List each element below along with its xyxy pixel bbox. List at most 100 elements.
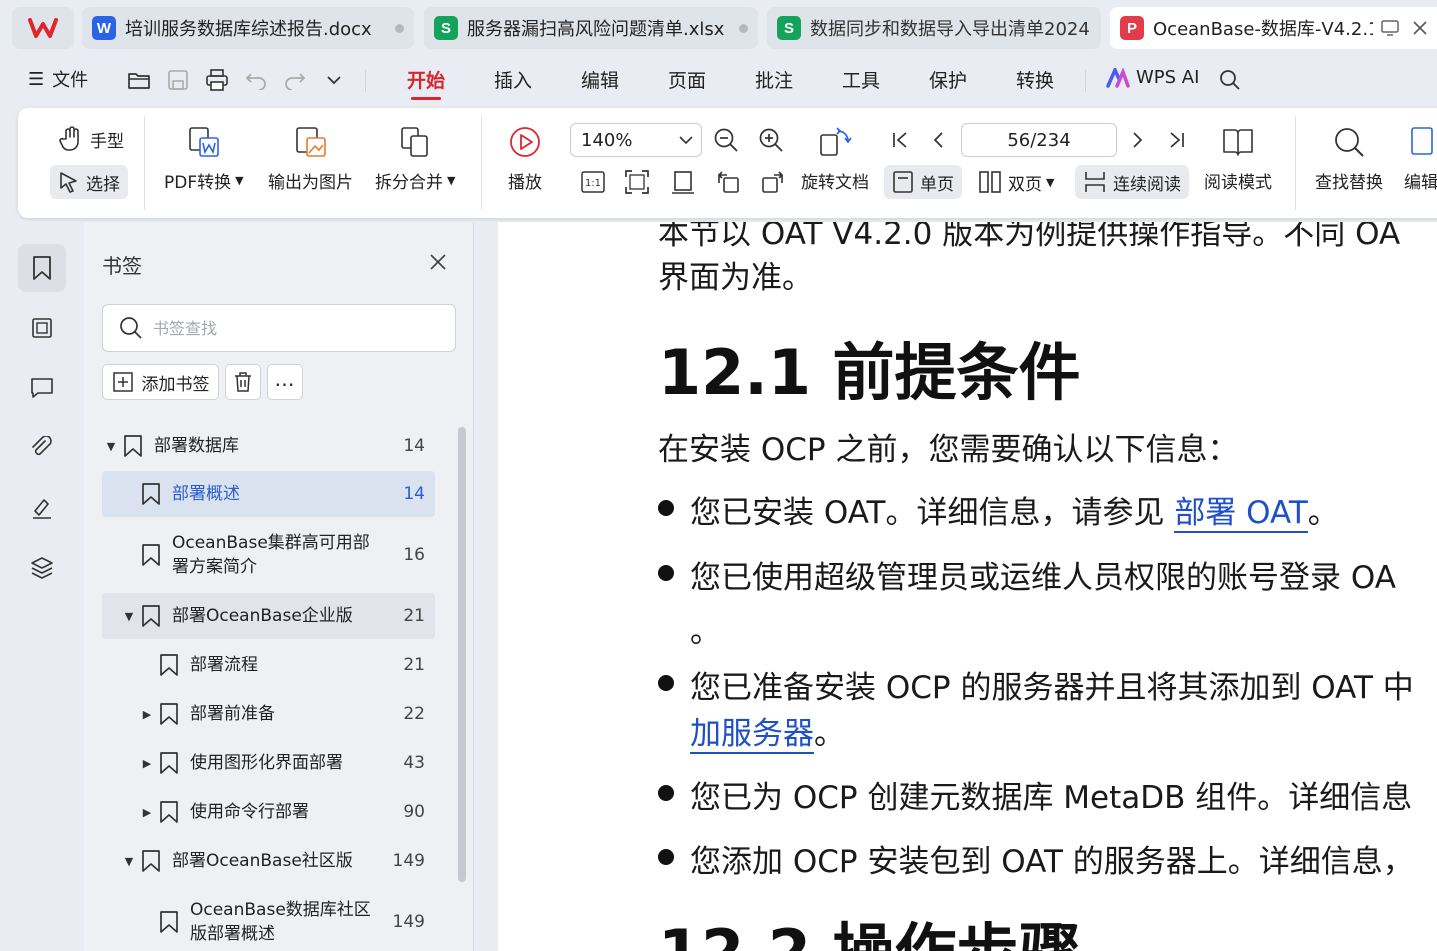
link-deploy-oat[interactable]: 部署 OAT xyxy=(1174,495,1308,533)
menu-tab-edit[interactable]: 编辑 xyxy=(581,66,619,93)
rotate-document-button[interactable]: 旋转文档 xyxy=(801,122,869,193)
wps-logo-button[interactable] xyxy=(12,7,74,49)
undo-icon[interactable] xyxy=(242,66,270,94)
add-bookmark-button[interactable]: 添加书签 xyxy=(102,364,219,400)
bookmark-item[interactable]: ▼ 部署OceanBase社区版 149 xyxy=(102,838,435,884)
single-page-button[interactable]: 单页 xyxy=(884,165,962,199)
page-number-input[interactable]: 56/234 xyxy=(961,123,1117,157)
menu-tab-tools[interactable]: 工具 xyxy=(842,66,880,93)
bookmark-search-input[interactable] xyxy=(153,318,423,338)
menu-tab-protect[interactable]: 保护 xyxy=(929,66,967,93)
continuous-read-icon xyxy=(1085,172,1105,192)
bookmark-panel-title: 书签 xyxy=(102,254,142,278)
bookmark-icon xyxy=(158,799,180,825)
doc-text-line: 本节以 OAT V4.2.0 版本为例提供操作指导。不同 OA xyxy=(658,222,1401,252)
bookmark-icon xyxy=(158,909,180,935)
bookmark-item[interactable]: OceanBase集群高可用部署方案简介 16 xyxy=(102,521,435,589)
bookmark-item[interactable]: ▶ 使用图形化界面部署 43 xyxy=(102,740,435,786)
menu-tab-start[interactable]: 开始 xyxy=(407,66,445,100)
bookmark-icon xyxy=(158,652,180,678)
split-merge-button[interactable]: 拆分合并 ▼ xyxy=(375,122,455,193)
layers-icon[interactable] xyxy=(18,544,66,592)
window-icon[interactable] xyxy=(1381,20,1399,36)
bookmark-scrollbar[interactable] xyxy=(458,427,466,882)
collapse-arrow-icon[interactable]: ▶ xyxy=(140,708,154,721)
menu-tab-annotate[interactable]: 批注 xyxy=(755,66,793,93)
zoom-in-icon[interactable] xyxy=(756,125,786,155)
search-icon[interactable] xyxy=(1216,66,1244,94)
attachment-icon[interactable] xyxy=(18,424,66,472)
save-icon[interactable] xyxy=(164,66,192,94)
reading-mode-button[interactable]: 阅读模式 xyxy=(1204,122,1272,193)
wps-logo-icon xyxy=(28,18,58,38)
play-button[interactable]: 播放 xyxy=(508,122,542,193)
expand-arrow-icon[interactable]: ▼ xyxy=(122,610,136,623)
more-options-button[interactable]: … xyxy=(267,364,303,400)
find-replace-button[interactable]: 查找替换 xyxy=(1315,122,1383,193)
tab-xlsx-1[interactable]: S 服务器漏扫高风险问题清单.xlsx xyxy=(424,7,758,49)
zoom-select[interactable]: 140% xyxy=(570,123,702,157)
bookmark-icon xyxy=(140,542,162,568)
link-add-server[interactable]: 加服务器 xyxy=(690,716,814,754)
zoom-out-icon[interactable] xyxy=(711,125,741,155)
wps-ai-button[interactable]: WPS AI xyxy=(1106,67,1199,88)
caret-down-icon: ▼ xyxy=(447,174,456,187)
signature-icon[interactable] xyxy=(18,484,66,532)
collapse-arrow-icon[interactable]: ▶ xyxy=(140,757,154,770)
open-folder-icon[interactable] xyxy=(125,66,153,94)
bookmark-item[interactable]: ▼ 部署数据库 14 xyxy=(102,422,435,470)
first-page-icon[interactable] xyxy=(885,125,915,155)
bookmark-item[interactable]: 部署概述 14 xyxy=(102,471,435,517)
bookmark-item[interactable]: ▶ 使用命令行部署 90 xyxy=(102,789,435,835)
bookmark-item[interactable]: ▼ 部署OceanBase企业版 21 xyxy=(102,593,435,639)
bookmark-panel-icon[interactable] xyxy=(18,244,66,292)
bookmark-search-box xyxy=(102,304,456,352)
hand-tool-button[interactable]: 手型 xyxy=(58,126,124,152)
expand-arrow-icon[interactable]: ▼ xyxy=(104,440,118,453)
document-viewer[interactable]: 本节以 OAT V4.2.0 版本为例提供操作指导。不同 OA 界面为准。 12… xyxy=(474,222,1437,951)
fit-width-icon[interactable] xyxy=(668,167,698,197)
last-page-icon[interactable] xyxy=(1162,125,1192,155)
tab-docx[interactable]: W 培训服务数据库综述报告.docx xyxy=(82,7,414,49)
double-page-label: 双页 xyxy=(1008,174,1042,195)
tab-xlsx-2[interactable]: S 数据同步和数据导入导出清单2024 xyxy=(767,7,1101,49)
pdf-convert-button[interactable]: PDF转换 ▼ xyxy=(164,122,244,193)
thumbnail-icon[interactable] xyxy=(18,304,66,352)
export-image-button[interactable]: 输出为图片 xyxy=(268,122,353,193)
bookmark-page-number: 16 xyxy=(403,545,425,565)
close-icon[interactable] xyxy=(1413,21,1427,35)
rotate-document-icon xyxy=(820,127,852,156)
tab-pdf-active[interactable]: P OceanBase-数据库-V4.2.1 xyxy=(1110,7,1437,49)
prev-page-icon[interactable] xyxy=(924,125,954,155)
collapse-arrow-icon[interactable]: ▶ xyxy=(140,806,154,819)
select-tool-button[interactable]: 选择 xyxy=(50,165,128,199)
redo-icon[interactable] xyxy=(281,66,309,94)
fit-page-icon[interactable] xyxy=(622,167,652,197)
bookmark-item[interactable]: ▶ 部署前准备 22 xyxy=(102,691,435,737)
menu-tab-insert[interactable]: 插入 xyxy=(494,66,532,93)
continuous-read-button[interactable]: 连续阅读 xyxy=(1075,165,1189,199)
rotate-left-icon[interactable] xyxy=(713,167,743,197)
rotate-right-icon[interactable] xyxy=(758,167,788,197)
close-icon[interactable] xyxy=(424,248,452,276)
print-icon[interactable] xyxy=(203,66,231,94)
menu-tab-convert[interactable]: 转换 xyxy=(1016,66,1054,93)
doc-text-line: 在安装 OCP 之前，您需要确认以下信息： xyxy=(658,432,1239,468)
single-page-label: 单页 xyxy=(920,174,954,195)
menu-divider xyxy=(1085,70,1086,92)
bookmark-item[interactable]: OceanBase数据库社区版部署概述 149 xyxy=(102,888,435,951)
next-page-icon[interactable] xyxy=(1122,125,1152,155)
bookmark-page-number: 43 xyxy=(403,753,425,773)
double-page-button[interactable]: 双页 ▼ xyxy=(978,165,1054,199)
page-number-value: 56/234 xyxy=(1007,129,1071,151)
unsaved-dot-icon xyxy=(395,23,404,33)
edit-button[interactable]: 编辑 xyxy=(1404,122,1437,193)
file-menu-button[interactable]: ☰ 文件 xyxy=(28,66,88,92)
actual-size-icon[interactable]: 1:1 xyxy=(578,167,608,197)
delete-bookmark-button[interactable] xyxy=(225,364,261,400)
comment-icon[interactable] xyxy=(18,364,66,412)
bookmark-item[interactable]: 部署流程 21 xyxy=(102,642,435,688)
expand-arrow-icon[interactable]: ▼ xyxy=(122,855,136,868)
menu-tab-page[interactable]: 页面 xyxy=(668,66,706,93)
chevron-down-icon[interactable] xyxy=(320,66,348,94)
